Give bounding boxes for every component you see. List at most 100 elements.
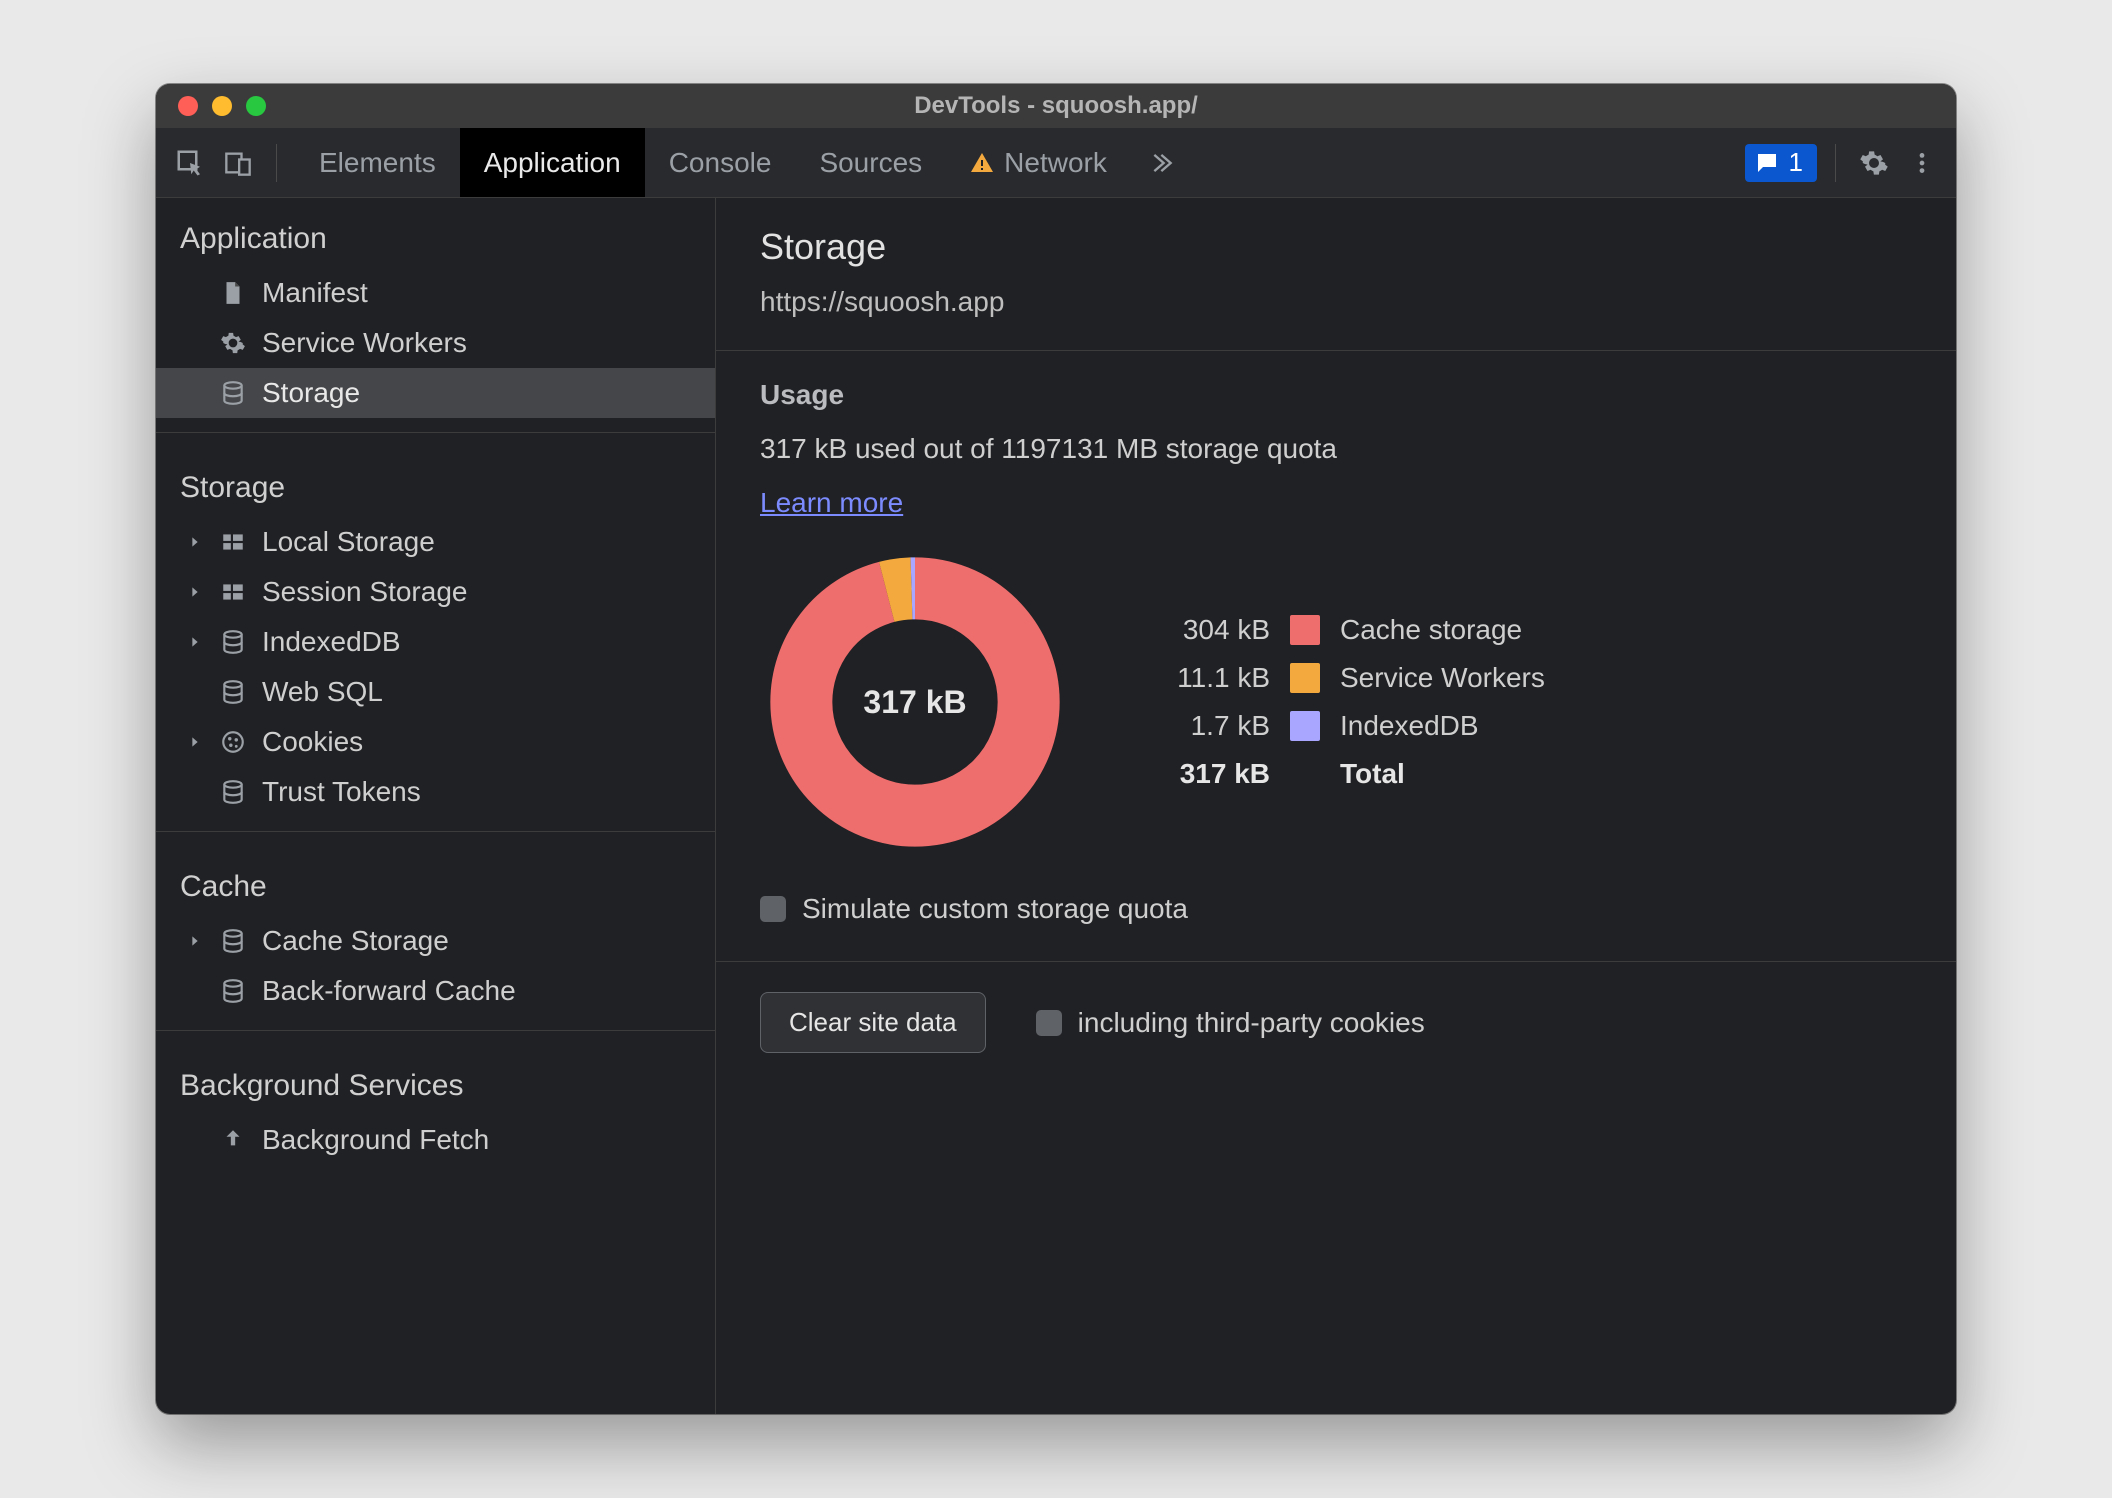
window-title: DevTools - squoosh.app/ <box>156 92 1956 120</box>
third-party-cookies-checkbox[interactable]: including third-party cookies <box>1036 1007 1425 1039</box>
sidebar-divider <box>156 1030 715 1031</box>
sidebar-item-back-forward-cache[interactable]: Back-forward Cache <box>156 966 715 1016</box>
legend-swatch <box>1290 711 1320 741</box>
grid-icon <box>218 577 248 607</box>
db-icon <box>218 926 248 956</box>
devtools-window: DevTools - squoosh.app/ Elements Applicat… <box>156 84 1956 1414</box>
chat-icon <box>1755 151 1779 175</box>
more-options-button[interactable] <box>1902 143 1942 183</box>
toolbar-separator <box>1835 144 1836 182</box>
sidebar-item-cookies[interactable]: Cookies <box>156 717 715 767</box>
settings-button[interactable] <box>1854 143 1894 183</box>
simulate-quota-label: Simulate custom storage quota <box>802 893 1188 925</box>
sidebar-item-manifest[interactable]: Manifest <box>156 268 715 318</box>
usage-section: Usage 317 kB used out of 1197131 MB stor… <box>716 351 1956 962</box>
sidebar-section-title: Storage <box>156 447 715 517</box>
sidebar-item-label: Web SQL <box>262 676 383 708</box>
sidebar-item-label: IndexedDB <box>262 626 401 658</box>
window-titlebar: DevTools - squoosh.app/ <box>156 84 1956 128</box>
tab-application[interactable]: Application <box>460 128 645 197</box>
tab-label: Elements <box>319 147 436 179</box>
grid-icon <box>218 527 248 557</box>
db-icon <box>218 627 248 657</box>
usage-legend: 304 kB Cache storage 11.1 kB Service Worker… <box>1150 614 1545 790</box>
device-toolbar-icon[interactable] <box>218 143 258 183</box>
usage-heading: Usage <box>760 379 1912 411</box>
usage-donut-chart: 317 kB <box>760 547 1070 857</box>
simulate-quota-checkbox[interactable]: Simulate custom storage quota <box>760 893 1912 925</box>
legend-swatch <box>1290 663 1320 693</box>
issues-badge[interactable]: 1 <box>1745 144 1817 182</box>
sidebar-item-local-storage[interactable]: Local Storage <box>156 517 715 567</box>
third-party-cookies-label: including third-party cookies <box>1078 1007 1425 1039</box>
clear-site-data-button[interactable]: Clear site data <box>760 992 986 1053</box>
tab-label: Console <box>669 147 772 179</box>
panel-tabs: Elements Application Console Sources Network <box>295 128 1131 197</box>
sidebar-item-label: Service Workers <box>262 327 467 359</box>
tab-sources[interactable]: Sources <box>795 128 946 197</box>
devtools-body: ApplicationManifestService WorkersStorag… <box>156 198 1956 1414</box>
legend-total-name: Total <box>1340 758 1545 790</box>
chevron-right-icon <box>186 634 204 650</box>
db-icon <box>218 976 248 1006</box>
sidebar-section-title: Application <box>156 198 715 268</box>
maximize-window-button[interactable] <box>246 96 266 116</box>
devtools-toolbar: Elements Application Console Sources Network… <box>156 128 1956 198</box>
sidebar-item-label: Back-forward Cache <box>262 975 516 1007</box>
sidebar-item-label: Manifest <box>262 277 368 309</box>
sidebar-item-service-workers[interactable]: Service Workers <box>156 318 715 368</box>
legend-total-size: 317 kB <box>1150 758 1270 790</box>
sidebar-item-cache-storage[interactable]: Cache Storage <box>156 916 715 966</box>
sidebar-item-label: Cookies <box>262 726 363 758</box>
sidebar-item-web-sql[interactable]: Web SQL <box>156 667 715 717</box>
storage-panel: Storage https://squoosh.app Usage 317 kB… <box>716 198 1956 1414</box>
legend-name: Service Workers <box>1340 662 1545 694</box>
tab-console[interactable]: Console <box>645 128 796 197</box>
actions-section: Clear site data including third-party co… <box>716 962 1956 1083</box>
issues-count: 1 <box>1789 147 1803 178</box>
kebab-icon <box>1909 150 1935 176</box>
legend-size: 304 kB <box>1150 614 1270 646</box>
sidebar-section-title: Cache <box>156 846 715 916</box>
sidebar-divider <box>156 432 715 433</box>
legend-swatch <box>1290 615 1320 645</box>
sidebar-item-label: Trust Tokens <box>262 776 421 808</box>
inspect-element-icon[interactable] <box>170 143 210 183</box>
more-tabs-icon[interactable] <box>1139 143 1179 183</box>
db-icon <box>218 677 248 707</box>
sidebar-item-background-fetch[interactable]: Background Fetch <box>156 1115 715 1165</box>
chevron-right-icon <box>186 584 204 600</box>
upload-icon <box>218 1125 248 1155</box>
chevron-right-icon <box>186 534 204 550</box>
checkbox-icon <box>760 896 786 922</box>
tab-network[interactable]: Network <box>946 128 1131 197</box>
warning-icon <box>970 151 994 175</box>
legend-size: 1.7 kB <box>1150 710 1270 742</box>
chevron-right-icon <box>186 933 204 949</box>
sidebar-item-trust-tokens[interactable]: Trust Tokens <box>156 767 715 817</box>
tab-label: Sources <box>819 147 922 179</box>
sidebar-divider <box>156 831 715 832</box>
origin-url: https://squoosh.app <box>760 286 1912 318</box>
legend-size: 11.1 kB <box>1150 662 1270 694</box>
db-icon <box>218 378 248 408</box>
gear-icon <box>218 328 248 358</box>
usage-text: 317 kB used out of 1197131 MB storage qu… <box>760 433 1912 465</box>
application-sidebar: Application Manifest Service Workers Storag… <box>156 198 716 1414</box>
db-icon <box>218 777 248 807</box>
sidebar-item-storage[interactable]: Storage <box>156 368 715 418</box>
learn-more-link[interactable]: Learn more <box>760 487 903 519</box>
legend-name: Cache storage <box>1340 614 1545 646</box>
cookie-icon <box>218 727 248 757</box>
tab-elements[interactable]: Elements <box>295 128 460 197</box>
toolbar-separator <box>276 144 277 182</box>
panel-title: Storage <box>760 226 1912 268</box>
legend-name: IndexedDB <box>1340 710 1545 742</box>
tab-label: Application <box>484 147 621 179</box>
minimize-window-button[interactable] <box>212 96 232 116</box>
sidebar-item-label: Background Fetch <box>262 1124 489 1156</box>
close-window-button[interactable] <box>178 96 198 116</box>
sidebar-item-indexeddb[interactable]: IndexedDB <box>156 617 715 667</box>
sidebar-item-session-storage[interactable]: Session Storage <box>156 567 715 617</box>
sidebar-item-label: Cache Storage <box>262 925 449 957</box>
